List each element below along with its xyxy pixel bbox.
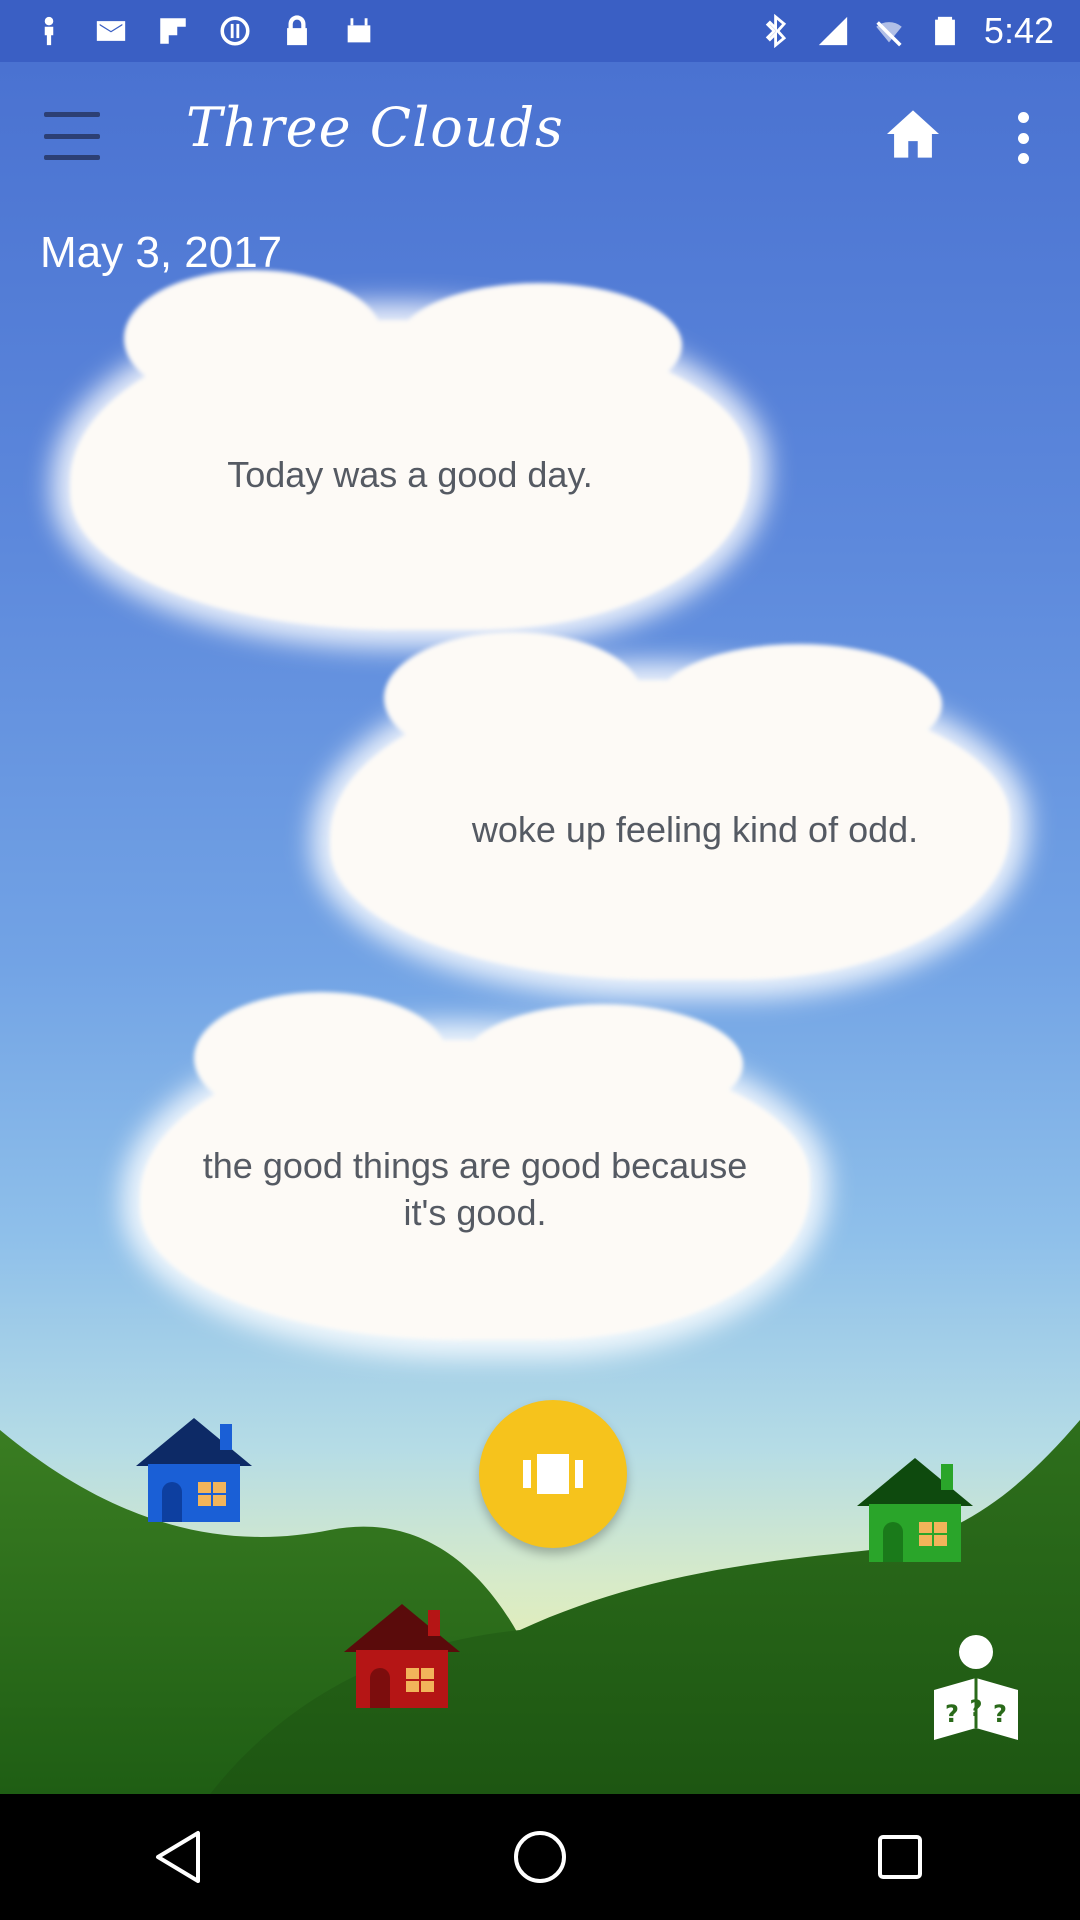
- battery-icon: [928, 14, 962, 48]
- cloud-text: Today was a good day.: [227, 453, 593, 495]
- reader-help-icon[interactable]: ? ? ?: [930, 1632, 1022, 1744]
- cloud-entry-2[interactable]: woke up feeling kind of odd.: [330, 632, 1010, 980]
- house-green[interactable]: [855, 1454, 975, 1564]
- gallery-icon: [523, 1454, 583, 1494]
- house-red[interactable]: [342, 1600, 462, 1710]
- system-nav-bar: [0, 1794, 1080, 1920]
- flipboard-icon: [156, 14, 190, 48]
- more-vertical-icon[interactable]: [1008, 112, 1038, 164]
- back-icon[interactable]: [145, 1822, 215, 1892]
- signal-icon: [816, 14, 850, 48]
- svg-text:?: ?: [993, 1700, 1007, 1728]
- bluetooth-icon: [760, 14, 794, 48]
- app-screen: 5:42 Three Clouds May 3, 2017 Today was …: [0, 0, 1080, 1920]
- recents-icon[interactable]: [865, 1822, 935, 1892]
- app-title: Three Clouds: [186, 96, 564, 159]
- android-icon: [342, 14, 376, 48]
- hamburger-menu-icon[interactable]: [44, 112, 100, 160]
- gallery-fab-button[interactable]: [479, 1400, 627, 1548]
- lock-icon: [280, 14, 314, 48]
- svg-text:?: ?: [945, 1700, 959, 1728]
- svg-text:?: ?: [970, 1697, 983, 1722]
- mail-icon: [94, 14, 128, 48]
- cloud-entry-3[interactable]: the good things are good because it's go…: [140, 992, 810, 1340]
- home-circle-icon[interactable]: [505, 1822, 575, 1892]
- cloud-text: woke up feeling kind of odd.: [471, 808, 919, 850]
- person-icon: [32, 14, 66, 48]
- wifi-off-icon: [872, 14, 906, 48]
- sync-icon: [218, 14, 252, 48]
- cloud-text: the good things are good because it's go…: [202, 1145, 748, 1233]
- status-bar: 5:42: [0, 0, 1080, 62]
- home-icon[interactable]: [884, 108, 942, 160]
- status-time: 5:42: [983, 10, 1054, 51]
- cloud-entry-1[interactable]: Today was a good day.: [70, 270, 750, 630]
- house-blue[interactable]: [134, 1414, 254, 1524]
